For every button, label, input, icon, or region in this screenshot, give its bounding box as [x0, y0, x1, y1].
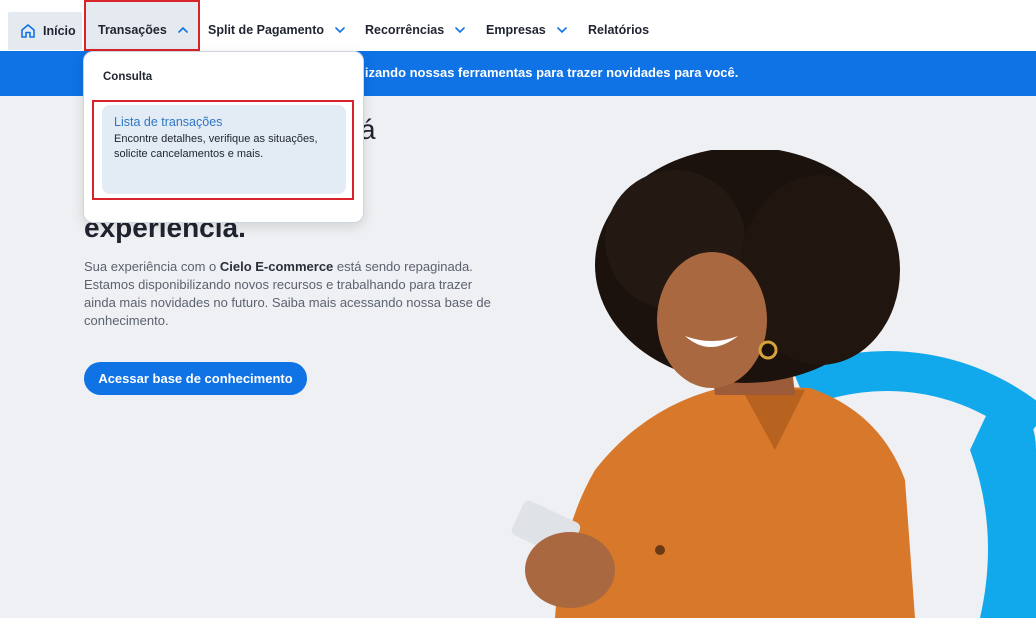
menu-item-description: Encontre detalhes, verifique as situaçõe…	[114, 133, 318, 160]
nav-transacoes-label: Transações	[98, 23, 167, 37]
nav-relatorios-label: Relatórios	[588, 23, 650, 37]
nav-empresas[interactable]: Empresas	[486, 11, 568, 49]
top-nav: Início Transações Split de Pagamento Rec…	[0, 0, 1036, 51]
hero-text-prefix: Sua experiência com o	[84, 259, 220, 274]
hero-description: Sua experiência com o Cielo E-commerce e…	[84, 258, 494, 330]
nav-relatorios[interactable]: Relatórios	[588, 11, 649, 49]
chevron-down-icon	[455, 27, 466, 34]
nav-home-label: Início	[43, 24, 76, 38]
banner-text: alizando nossas ferramentas para trazer …	[354, 65, 739, 80]
nav-split-label: Split de Pagamento	[208, 23, 324, 37]
nav-home[interactable]: Início	[8, 12, 82, 50]
menu-item-title: Lista de transações	[114, 115, 223, 129]
hero-person-image	[511, 150, 1036, 618]
menu-item-lista-transacoes[interactable]: Lista de transações Encontre detalhes, v…	[102, 105, 346, 194]
knowledge-base-button[interactable]: Acessar base de conhecimento	[84, 362, 307, 395]
nav-recorrencias[interactable]: Recorrências	[365, 11, 466, 49]
chevron-down-icon	[556, 27, 567, 34]
dropdown-section-label: Consulta	[103, 71, 153, 83]
transacoes-dropdown: Consulta Lista de transações Encontre de…	[83, 51, 364, 223]
nav-recorrencias-label: Recorrências	[365, 23, 445, 37]
nav-empresas-label: Empresas	[486, 23, 546, 37]
nav-split[interactable]: Split de Pagamento	[208, 11, 346, 49]
home-icon	[21, 24, 35, 38]
nav-transacoes[interactable]: Transações	[98, 11, 189, 49]
chevron-up-icon	[177, 26, 188, 33]
chevron-down-icon	[335, 27, 345, 34]
hero-text-brand: Cielo E-commerce	[219, 259, 334, 274]
